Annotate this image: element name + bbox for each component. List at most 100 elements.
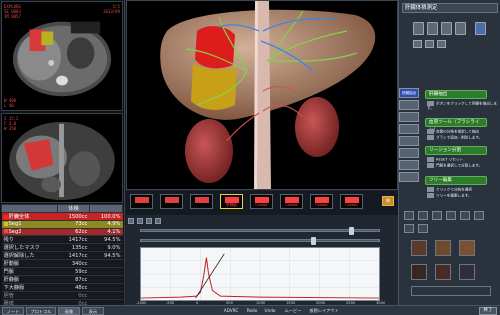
group-item[interactable]: ボタンをクリックして肝臓を抽出します。 <box>427 101 497 110</box>
preset-thumb-2[interactable] <box>435 240 451 256</box>
volume-table-row[interactable]: 肝臓全体 1500cc 100.0% <box>1 212 123 221</box>
lasso-icon[interactable] <box>417 224 428 233</box>
opacity-slider-thumb[interactable] <box>311 237 316 245</box>
scissors-icon[interactable] <box>431 211 442 220</box>
virtual-layout-button[interactable]: 仮想レイアウト <box>306 307 342 315</box>
volume-table-row[interactable]: 選択したマスク 135cc 9.0% <box>1 243 123 253</box>
vertical-tab[interactable] <box>399 172 419 182</box>
vertical-tab[interactable] <box>399 100 419 110</box>
action-icon <box>427 193 434 198</box>
hu-histogram-graph[interactable] <box>140 247 380 301</box>
exit-button[interactable]: 終了 <box>479 307 497 315</box>
window-level-slider-thumb[interactable] <box>349 227 354 235</box>
vertical-tab[interactable] <box>399 112 419 122</box>
tab-notes[interactable]: ノート <box>2 307 24 315</box>
mask-thumbnail[interactable] <box>130 194 153 209</box>
reset-tool-icon[interactable] <box>154 218 161 224</box>
volume-table-row[interactable]: 下大静脈 48cc <box>1 283 123 293</box>
mask-thumbnail[interactable] <box>160 194 183 209</box>
volume-table-row[interactable]: 門脈 59cc <box>1 267 123 277</box>
row-percent: 9.0% <box>89 243 123 253</box>
vertical-tab[interactable] <box>399 124 419 134</box>
text-tool-icon[interactable] <box>404 224 414 233</box>
vertical-tab-bar: 肝臓抽出 <box>399 88 421 184</box>
mask-thumbnail[interactable]: Crasse <box>250 194 273 209</box>
movie-button[interactable]: ムービー <box>282 307 304 315</box>
camera-icon[interactable] <box>475 22 486 35</box>
close-strip-button[interactable]: 閉 <box>382 196 394 206</box>
vertical-tab[interactable] <box>399 160 419 170</box>
action-icon <box>427 129 434 134</box>
body-right-icon[interactable] <box>455 22 466 35</box>
volume-table-row[interactable]: 残り 1417cc 94.5% <box>1 235 123 245</box>
ct-axial-info-right: 5/5 2013/09 <box>103 4 120 14</box>
tab-protocol[interactable]: プロトコル <box>26 307 56 315</box>
volume-table-row[interactable]: Seg1 73cc 4.9% <box>1 220 123 229</box>
vertical-tab[interactable] <box>399 148 419 158</box>
ct-axial-view[interactable]: EXPLORE SE 0003 IM 0057 5/5 2013/09 W 40… <box>1 1 123 111</box>
group-item[interactable]: 血管の分岐を指定して抽出 <box>427 129 497 134</box>
group-item[interactable]: ツリーを編集します。 <box>427 193 497 198</box>
undo-button[interactable]: Undo <box>262 307 278 315</box>
volume-table-row[interactable]: 肝静脈 87cc <box>1 275 123 285</box>
ct-coronal-image <box>2 114 122 202</box>
preset-thumb-3[interactable] <box>459 240 475 256</box>
volume-table-row[interactable]: 肝動脈 340cc <box>1 259 123 269</box>
preset-thumb-6[interactable] <box>459 264 475 280</box>
tool-panel-title: 肝臓体積測定 <box>402 3 498 13</box>
ct-coronal-view[interactable]: S 15.2 C 3.0 W 350 <box>1 113 123 203</box>
head-view-icon[interactable] <box>413 40 422 48</box>
row-percent: 100.0% <box>89 212 123 221</box>
zoom-tool-icon[interactable] <box>145 218 152 224</box>
group-item[interactable]: クリックで分岐を選択 <box>427 187 497 192</box>
group-title: 血管ツール（ブラシライン） <box>425 118 487 133</box>
group-item[interactable]: ブラシで追加・削除します。 <box>427 135 497 140</box>
fill-icon[interactable] <box>459 211 470 220</box>
body-front-icon[interactable] <box>413 22 424 35</box>
volume-table-row[interactable]: Seg2 62cc 4.1% <box>1 228 123 237</box>
eraser-icon[interactable] <box>445 211 456 220</box>
row-label: 肝静脈 <box>1 275 58 285</box>
foot-view-icon[interactable] <box>425 40 434 48</box>
mask-thumbnail[interactable]: Crasse <box>310 194 333 209</box>
group-item-text: 門脈を選択して分割します。 <box>436 163 483 168</box>
mask-thumbnail[interactable]: Crasse <box>280 194 303 209</box>
volume-table-row[interactable]: 胆管 0cc <box>1 291 123 301</box>
mask-preview <box>195 197 209 203</box>
row-percent <box>89 259 123 269</box>
mask-thumbnail[interactable]: Crasse <box>340 194 363 209</box>
rotate-view-icon[interactable] <box>437 40 446 48</box>
measure-icon[interactable] <box>473 211 484 220</box>
opacity-slider[interactable] <box>140 237 380 245</box>
volume-table-row[interactable]: 選択解除した 1417cc 94.5% <box>1 251 123 261</box>
row-volume: 62cc <box>57 228 90 237</box>
advrc-button[interactable]: ADVRC <box>220 307 242 315</box>
preset-thumb-4[interactable] <box>411 264 427 280</box>
body-back-icon[interactable] <box>427 22 438 35</box>
bottom-bar: ノート プロトコル 画像 表示 ADVRC Redo Undo ムービー 仮想レ… <box>0 305 500 315</box>
tool-panel: 肝臓体積測定 肝臓抽出 肝臓抽出 ボタンをクリックして肝臓を抽出します。 血管ツール… <box>398 0 500 315</box>
mask-thumbnail[interactable] <box>190 194 213 209</box>
pan-tool-icon[interactable] <box>136 218 143 224</box>
group-item[interactable]: RESET リセット <box>427 157 497 162</box>
action-icon <box>427 157 434 162</box>
vertical-tab[interactable] <box>399 136 419 146</box>
tab-images[interactable]: 画像 <box>58 307 80 315</box>
preset-thumb-5[interactable] <box>435 264 451 280</box>
palette-icon[interactable] <box>404 211 414 220</box>
tab-display[interactable]: 表示 <box>82 307 104 315</box>
preset-thumb-1[interactable] <box>411 240 427 256</box>
cursor-tool-icon[interactable] <box>128 218 134 224</box>
window-level-slider[interactable] <box>140 227 380 235</box>
preset-scroll-bar[interactable] <box>411 286 491 296</box>
brush-icon[interactable] <box>417 211 428 220</box>
volume-render-viewport[interactable] <box>126 0 398 190</box>
vertical-tab[interactable]: 肝臓抽出 <box>399 88 419 98</box>
body-left-icon[interactable] <box>441 22 452 35</box>
redo-button[interactable]: Redo <box>244 307 260 315</box>
row-percent <box>89 291 123 301</box>
group-item[interactable]: 門脈を選択して分割します。 <box>427 163 497 168</box>
mask-thumbnail[interactable]: 肝静脈 <box>220 194 243 209</box>
color-swatch-icon <box>3 221 8 226</box>
row-label-text: 選択したマスク <box>3 245 40 252</box>
